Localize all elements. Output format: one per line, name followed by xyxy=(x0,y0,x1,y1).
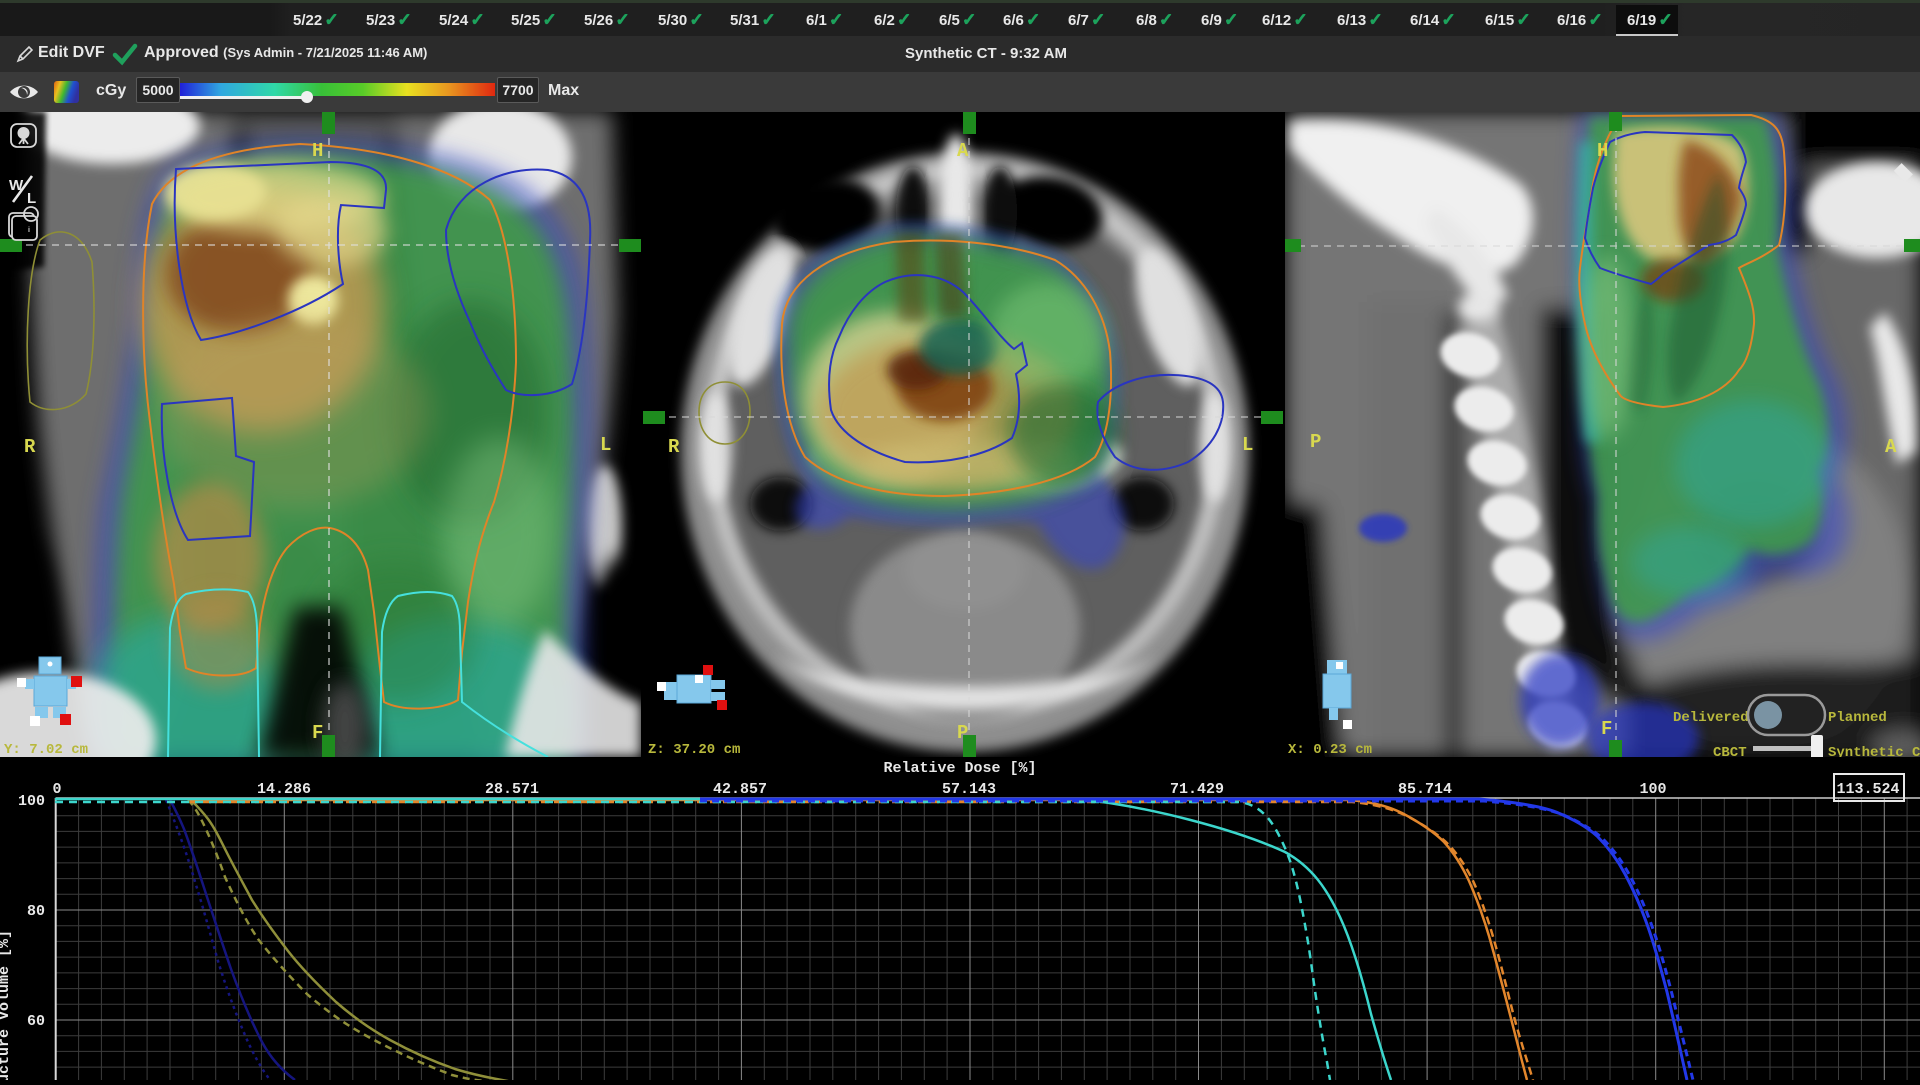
svg-text:H: H xyxy=(312,140,323,162)
svg-text:P: P xyxy=(1310,431,1321,453)
svg-text:42.857: 42.857 xyxy=(713,781,767,798)
svg-text:60: 60 xyxy=(27,1013,45,1030)
svg-text:R: R xyxy=(24,436,36,458)
svg-text:71.429: 71.429 xyxy=(1170,781,1224,798)
svg-text:F: F xyxy=(312,722,323,744)
svg-text:R: R xyxy=(668,436,680,458)
svg-text:X: 0.23 cm: X: 0.23 cm xyxy=(1288,742,1372,757)
svg-text:85.714: 85.714 xyxy=(1398,781,1452,798)
svg-text:i: i xyxy=(28,227,30,234)
svg-text:113.524: 113.524 xyxy=(1836,781,1899,798)
svg-text:L: L xyxy=(27,190,36,207)
svg-text:14.286: 14.286 xyxy=(257,781,311,798)
svg-text:P: P xyxy=(957,722,968,744)
svg-text:A: A xyxy=(1885,436,1897,458)
svg-text:28.571: 28.571 xyxy=(485,781,539,798)
svg-text:Y: 7.02 cm: Y: 7.02 cm xyxy=(4,742,88,757)
svg-text:Synthetic CT: Synthetic CT xyxy=(1828,745,1920,757)
svg-text:57.143: 57.143 xyxy=(942,781,996,798)
svg-text:L: L xyxy=(600,434,611,456)
svg-text:0: 0 xyxy=(52,781,61,798)
svg-text:Planned: Planned xyxy=(1828,710,1887,726)
svg-text:100: 100 xyxy=(18,793,45,810)
svg-text:100: 100 xyxy=(1639,781,1666,798)
svg-text:Z: 37.20 cm: Z: 37.20 cm xyxy=(648,742,740,757)
svg-text:Delivered: Delivered xyxy=(1673,710,1749,726)
svg-text:F: F xyxy=(1601,718,1612,740)
svg-text:H: H xyxy=(1597,140,1608,162)
svg-text:Structure Volume [%]: Structure Volume [%] xyxy=(0,930,13,1080)
svg-text:80: 80 xyxy=(27,903,45,920)
svg-text:Relative Dose [%]: Relative Dose [%] xyxy=(883,760,1036,777)
svg-text:L: L xyxy=(1242,434,1253,456)
svg-text:A: A xyxy=(957,140,969,162)
svg-text:CBCT: CBCT xyxy=(1713,745,1747,757)
